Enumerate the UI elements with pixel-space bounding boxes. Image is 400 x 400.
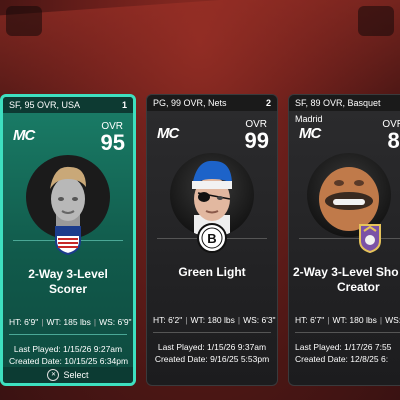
- player-info: PG, 99 OVR, Nets: [153, 98, 227, 108]
- player-stats: HT: 6'9" | WT: 185 lbs | WS: 6'9": [9, 317, 132, 327]
- card-header: SF, 95 OVR, USA 1: [3, 97, 133, 113]
- card-number: 1: [121, 100, 127, 110]
- wingspan-stat: WS: 6'3": [243, 315, 276, 325]
- mc-logo-icon: MC: [13, 127, 35, 144]
- ovr-value: 99: [244, 128, 269, 153]
- divider: [153, 332, 271, 333]
- top-right-badge: [358, 6, 394, 36]
- separator: |: [41, 317, 44, 327]
- svg-text:B: B: [207, 231, 216, 246]
- divider: [295, 332, 400, 333]
- card-number: 2: [265, 98, 271, 108]
- player-info: SF, 95 OVR, USA: [9, 100, 81, 110]
- last-played: Last Played: 1/15/26 9:37am: [157, 342, 267, 352]
- weight-stat: WT: 180 lbs: [190, 315, 235, 325]
- last-played: Last Played: 1/15/26 9:27am: [13, 344, 123, 354]
- height-stat: HT: 6'7": [295, 315, 325, 325]
- select-label: Select: [63, 370, 89, 380]
- select-bar[interactable]: ✕ Select: [3, 367, 133, 383]
- build-name: Green Light: [178, 265, 246, 279]
- weight-stat: WT: 180 lbs: [332, 315, 377, 325]
- usa-basketball-icon: [53, 225, 83, 255]
- created-date: Created Date: 10/15/25 6:34pm: [9, 356, 129, 366]
- build-name: 2-Way 3-Level Scorer: [28, 267, 108, 296]
- card-header: SF, 89 OVR, Basquet Madrid: [289, 95, 400, 124]
- wingspan-stat: WS: 6'9": [99, 317, 132, 327]
- player-card-1[interactable]: SF, 95 OVR, USA 1 MC OVR 95 2-Way 3-Leve…: [0, 94, 136, 386]
- mc-logo-icon: MC: [157, 125, 179, 142]
- separator: |: [185, 315, 188, 325]
- build-name-line-2: Creator: [337, 280, 380, 294]
- player-stats: HT: 6'2" | WT: 180 lbs | WS: 6'3": [153, 315, 276, 325]
- nets-logo-icon: B: [197, 223, 227, 253]
- select-button-icon: ✕: [47, 369, 60, 381]
- separator: |: [327, 315, 330, 325]
- dates: Last Played: 1/15/26 9:27am Created Date…: [9, 343, 129, 367]
- player-card-3[interactable]: SF, 89 OVR, Basquet Madrid MC OVR 89 2-W…: [288, 94, 400, 386]
- separator: |: [93, 317, 97, 327]
- ovr-value: 95: [100, 130, 125, 155]
- separator: |: [237, 315, 241, 325]
- height-stat: HT: 6'9": [9, 317, 39, 327]
- dates: Last Played: 1/17/26 7:55 Created Date: …: [295, 341, 400, 365]
- card-header: PG, 99 OVR, Nets 2: [147, 95, 277, 111]
- weight-stat: WT: 185 lbs: [46, 317, 91, 327]
- mc-logo-icon: MC: [299, 125, 321, 142]
- created-date: Created Date: 12/8/25 6:: [295, 354, 389, 364]
- player-card-2[interactable]: PG, 99 OVR, Nets 2 MC OVR 99 B Green Lig…: [146, 94, 278, 386]
- ovr-value: 89: [387, 128, 400, 153]
- player-stats: HT: 6'7" | WT: 180 lbs | WS: 6': [295, 315, 400, 325]
- height-stat: HT: 6'2": [153, 315, 183, 325]
- build-name-line-1: 2-Way 3-Level Sho: [293, 265, 399, 279]
- build-name: 2-Way 3-Level Sho Creator: [293, 265, 400, 295]
- separator: |: [379, 315, 383, 325]
- basquet-madrid-icon: [355, 223, 385, 253]
- top-left-badge: [6, 6, 42, 36]
- created-date: Created Date: 9/16/25 5:53pm: [154, 354, 270, 364]
- divider: [9, 334, 127, 335]
- wingspan-stat: WS: 6': [385, 315, 400, 325]
- player-info: SF, 89 OVR, Basquet Madrid: [295, 98, 381, 124]
- dates: Last Played: 1/15/26 9:37am Created Date…: [153, 341, 271, 365]
- last-played: Last Played: 1/17/26 7:55: [295, 342, 392, 352]
